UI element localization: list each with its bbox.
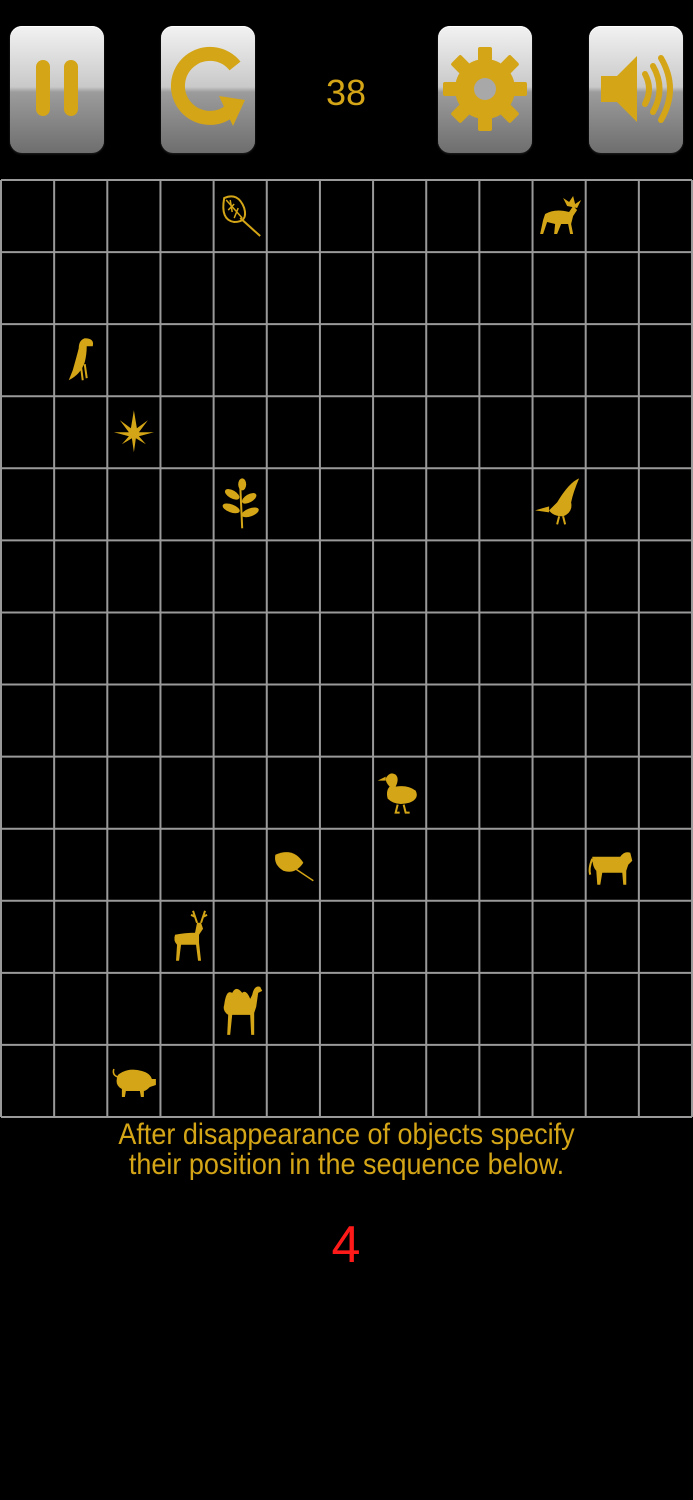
restart-button[interactable] (161, 26, 255, 153)
restart-icon (170, 46, 245, 126)
answer-number[interactable]: 4 (296, 1215, 396, 1275)
top-toolbar: 38 (0, 0, 693, 170)
pause-icon (36, 60, 78, 116)
duck-icon (377, 773, 417, 814)
instructions-line-2: their position in the sequence below. (128, 1148, 565, 1181)
sound-button[interactable] (589, 26, 683, 153)
counter: 38 (325, 72, 367, 113)
speaker-icon (601, 55, 673, 123)
instructions: After disappearance of objects specify t… (35, 1120, 659, 1180)
cannabis-leaf-icon (113, 410, 154, 453)
pelican-icon (535, 478, 580, 525)
pig-icon (112, 1068, 156, 1097)
pause-button[interactable] (10, 26, 104, 153)
moose-icon (540, 196, 582, 235)
game-board[interactable] (0, 179, 693, 1118)
leaf-icon (222, 195, 261, 237)
instructions-line-1: After disappearance of objects specify (118, 1118, 575, 1151)
vulture-icon (68, 338, 94, 381)
plant-sprig-icon (222, 478, 259, 529)
gear-icon (443, 47, 527, 131)
cow-icon (588, 852, 633, 885)
camel-icon (223, 986, 263, 1035)
grid[interactable] (0, 179, 693, 1118)
birch-leaf-icon (275, 852, 314, 882)
settings-button[interactable] (438, 26, 532, 153)
deer-icon (174, 910, 208, 961)
